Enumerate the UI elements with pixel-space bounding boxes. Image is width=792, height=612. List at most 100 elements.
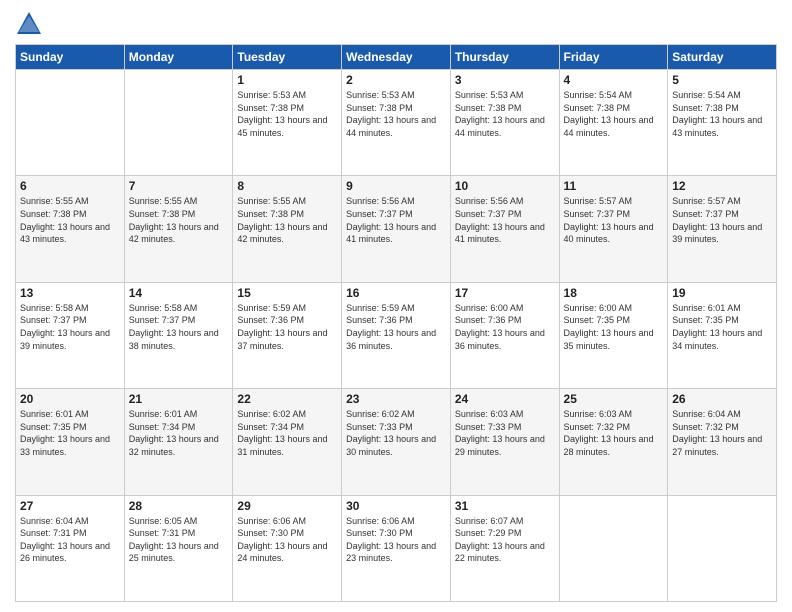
calendar-cell: 13Sunrise: 5:58 AM Sunset: 7:37 PM Dayli… [16, 282, 125, 388]
day-info: Sunrise: 6:01 AM Sunset: 7:35 PM Dayligh… [20, 408, 120, 458]
day-info: Sunrise: 5:57 AM Sunset: 7:37 PM Dayligh… [672, 195, 772, 245]
calendar-cell: 27Sunrise: 6:04 AM Sunset: 7:31 PM Dayli… [16, 495, 125, 601]
day-info: Sunrise: 6:05 AM Sunset: 7:31 PM Dayligh… [129, 515, 229, 565]
calendar-cell: 11 Sunrise: 5:57 AM Sunset: 7:37 PM Dayli… [559, 176, 668, 282]
calendar-cell: 29 Sunrise: 6:06 AM Sunset: 7:30 PM Dayli… [233, 495, 342, 601]
page: SundayMondayTuesdayWednesdayThursdayFrid… [0, 0, 792, 612]
day-info: Sunrise: 6:03 AM Sunset: 7:33 PM Dayligh… [455, 408, 555, 458]
day-number: 16 [346, 286, 446, 300]
day-info: Sunrise: 5:57 AM Sunset: 7:37 PM Dayligh… [564, 195, 664, 245]
day-number: 24 [455, 392, 555, 406]
day-number: 13 [20, 286, 120, 300]
day-number: 17 [455, 286, 555, 300]
calendar-week-row: 1 Sunrise: 5:53 AM Sunset: 7:38 PM Daylig… [16, 70, 777, 176]
calendar-cell: 12 Sunrise: 5:57 AM Sunset: 7:37 PM Dayli… [668, 176, 777, 282]
day-number: 21 [129, 392, 229, 406]
weekday-header: Sunday [16, 45, 125, 70]
calendar-cell: 6 Sunrise: 5:55 AM Sunset: 7:38 PM Daylig… [16, 176, 125, 282]
day-info: Sunrise: 5:53 AM Sunset: 7:38 PM Dayligh… [346, 89, 446, 139]
calendar-table: SundayMondayTuesdayWednesdayThursdayFrid… [15, 44, 777, 602]
calendar-cell: 10 Sunrise: 5:56 AM Sunset: 7:37 PM Dayli… [450, 176, 559, 282]
calendar-cell: 25Sunrise: 6:03 AM Sunset: 7:32 PM Dayli… [559, 389, 668, 495]
day-number: 27 [20, 499, 120, 513]
day-number: 25 [564, 392, 664, 406]
calendar-cell [559, 495, 668, 601]
day-number: 23 [346, 392, 446, 406]
day-info: Sunrise: 6:01 AM Sunset: 7:35 PM Dayligh… [672, 302, 772, 352]
day-info: Sunrise: 6:00 AM Sunset: 7:36 PM Dayligh… [455, 302, 555, 352]
calendar-cell: 26 Sunrise: 6:04 AM Sunset: 7:32 PM Dayli… [668, 389, 777, 495]
calendar-cell: 4Sunrise: 5:54 AM Sunset: 7:38 PM Daylig… [559, 70, 668, 176]
day-info: Sunrise: 5:55 AM Sunset: 7:38 PM Dayligh… [20, 195, 120, 245]
day-info: Sunrise: 5:53 AM Sunset: 7:38 PM Dayligh… [455, 89, 555, 139]
day-number: 20 [20, 392, 120, 406]
calendar-cell [124, 70, 233, 176]
day-info: Sunrise: 5:55 AM Sunset: 7:38 PM Dayligh… [237, 195, 337, 245]
calendar-cell [668, 495, 777, 601]
day-info: Sunrise: 5:56 AM Sunset: 7:37 PM Dayligh… [346, 195, 446, 245]
calendar-cell: 31Sunrise: 6:07 AM Sunset: 7:29 PM Dayli… [450, 495, 559, 601]
calendar-cell: 15Sunrise: 5:59 AM Sunset: 7:36 PM Dayli… [233, 282, 342, 388]
day-number: 5 [672, 73, 772, 87]
logo-icon [15, 10, 43, 38]
calendar-cell: 21 Sunrise: 6:01 AM Sunset: 7:34 PM Dayli… [124, 389, 233, 495]
day-info: Sunrise: 6:02 AM Sunset: 7:33 PM Dayligh… [346, 408, 446, 458]
day-info: Sunrise: 5:53 AM Sunset: 7:38 PM Dayligh… [237, 89, 337, 139]
day-number: 30 [346, 499, 446, 513]
day-number: 1 [237, 73, 337, 87]
day-number: 26 [672, 392, 772, 406]
day-info: Sunrise: 6:06 AM Sunset: 7:30 PM Dayligh… [346, 515, 446, 565]
day-number: 29 [237, 499, 337, 513]
day-info: Sunrise: 5:55 AM Sunset: 7:38 PM Dayligh… [129, 195, 229, 245]
weekday-header: Saturday [668, 45, 777, 70]
day-number: 14 [129, 286, 229, 300]
day-number: 19 [672, 286, 772, 300]
weekday-header: Tuesday [233, 45, 342, 70]
calendar-cell: 28 Sunrise: 6:05 AM Sunset: 7:31 PM Dayli… [124, 495, 233, 601]
day-number: 28 [129, 499, 229, 513]
day-number: 9 [346, 179, 446, 193]
day-number: 18 [564, 286, 664, 300]
header [15, 10, 777, 38]
calendar-cell: 1 Sunrise: 5:53 AM Sunset: 7:38 PM Daylig… [233, 70, 342, 176]
calendar-cell: 16 Sunrise: 5:59 AM Sunset: 7:36 PM Dayli… [342, 282, 451, 388]
calendar-cell: 18 Sunrise: 6:00 AM Sunset: 7:35 PM Dayli… [559, 282, 668, 388]
day-info: Sunrise: 5:59 AM Sunset: 7:36 PM Dayligh… [346, 302, 446, 352]
calendar-cell: 3Sunrise: 5:53 AM Sunset: 7:38 PM Daylig… [450, 70, 559, 176]
day-info: Sunrise: 5:56 AM Sunset: 7:37 PM Dayligh… [455, 195, 555, 245]
day-info: Sunrise: 6:04 AM Sunset: 7:32 PM Dayligh… [672, 408, 772, 458]
day-info: Sunrise: 5:54 AM Sunset: 7:38 PM Dayligh… [672, 89, 772, 139]
day-number: 11 [564, 179, 664, 193]
day-number: 12 [672, 179, 772, 193]
day-number: 8 [237, 179, 337, 193]
calendar-cell: 7 Sunrise: 5:55 AM Sunset: 7:38 PM Daylig… [124, 176, 233, 282]
day-info: Sunrise: 6:07 AM Sunset: 7:29 PM Dayligh… [455, 515, 555, 565]
weekday-header: Thursday [450, 45, 559, 70]
day-info: Sunrise: 6:06 AM Sunset: 7:30 PM Dayligh… [237, 515, 337, 565]
day-number: 10 [455, 179, 555, 193]
calendar-cell: 23 Sunrise: 6:02 AM Sunset: 7:33 PM Dayli… [342, 389, 451, 495]
calendar-cell: 17 Sunrise: 6:00 AM Sunset: 7:36 PM Dayli… [450, 282, 559, 388]
calendar-week-row: 6 Sunrise: 5:55 AM Sunset: 7:38 PM Daylig… [16, 176, 777, 282]
calendar-cell: 9 Sunrise: 5:56 AM Sunset: 7:37 PM Daylig… [342, 176, 451, 282]
calendar-cell: 19 Sunrise: 6:01 AM Sunset: 7:35 PM Dayli… [668, 282, 777, 388]
calendar-cell: 5 Sunrise: 5:54 AM Sunset: 7:38 PM Daylig… [668, 70, 777, 176]
calendar-cell: 22Sunrise: 6:02 AM Sunset: 7:34 PM Dayli… [233, 389, 342, 495]
calendar-cell [16, 70, 125, 176]
day-info: Sunrise: 6:01 AM Sunset: 7:34 PM Dayligh… [129, 408, 229, 458]
calendar-week-row: 27Sunrise: 6:04 AM Sunset: 7:31 PM Dayli… [16, 495, 777, 601]
calendar-cell: 8 Sunrise: 5:55 AM Sunset: 7:38 PM Daylig… [233, 176, 342, 282]
day-info: Sunrise: 6:00 AM Sunset: 7:35 PM Dayligh… [564, 302, 664, 352]
weekday-header-row: SundayMondayTuesdayWednesdayThursdayFrid… [16, 45, 777, 70]
weekday-header: Friday [559, 45, 668, 70]
day-info: Sunrise: 5:59 AM Sunset: 7:36 PM Dayligh… [237, 302, 337, 352]
day-number: 7 [129, 179, 229, 193]
calendar-week-row: 13Sunrise: 5:58 AM Sunset: 7:37 PM Dayli… [16, 282, 777, 388]
logo [15, 10, 47, 38]
day-number: 22 [237, 392, 337, 406]
calendar-cell: 20 Sunrise: 6:01 AM Sunset: 7:35 PM Dayli… [16, 389, 125, 495]
calendar-cell: 14Sunrise: 5:58 AM Sunset: 7:37 PM Dayli… [124, 282, 233, 388]
day-number: 6 [20, 179, 120, 193]
weekday-header: Wednesday [342, 45, 451, 70]
day-info: Sunrise: 5:54 AM Sunset: 7:38 PM Dayligh… [564, 89, 664, 139]
